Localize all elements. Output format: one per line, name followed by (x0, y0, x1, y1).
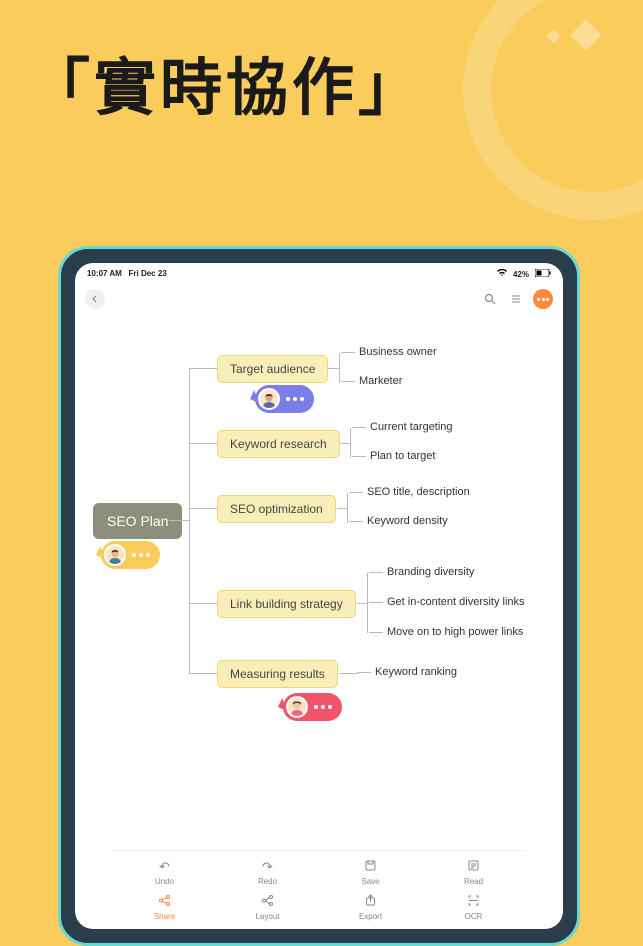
connector (189, 673, 217, 674)
branch-node[interactable]: Target audience (217, 355, 328, 383)
branch-node[interactable]: Measuring results (217, 660, 338, 688)
status-date: Fri Dec 23 (129, 269, 167, 278)
root-node[interactable]: SEO Plan (93, 503, 182, 539)
connector (169, 520, 189, 521)
status-time: 10:07 AM (87, 269, 122, 278)
export-button[interactable]: Export (319, 890, 422, 925)
leaf-node[interactable]: Plan to target (370, 450, 435, 462)
battery-icon (535, 269, 551, 279)
tablet-frame: 10:07 AM Fri Dec 23 42% (58, 246, 580, 946)
ocr-icon (422, 894, 525, 910)
collaborator-cursor-blue (243, 385, 314, 413)
connector (339, 353, 340, 383)
export-icon (319, 894, 422, 910)
read-icon (422, 859, 525, 875)
connector (189, 508, 217, 509)
read-button[interactable]: Read (422, 855, 525, 890)
connector (189, 368, 190, 673)
leaf-node[interactable]: Current targeting (370, 421, 453, 433)
leaf-node[interactable]: Business owner (359, 346, 437, 358)
avatar (286, 696, 308, 718)
bottom-toolbar: ↶ Undo ↷ Redo Save Read (113, 850, 525, 929)
app-bar (75, 285, 563, 313)
connector (357, 603, 367, 604)
connector (337, 508, 347, 509)
redo-button[interactable]: ↷ Redo (216, 855, 319, 890)
connector (189, 368, 217, 369)
hero-title: 「實時協作」 (28, 52, 424, 126)
undo-button[interactable]: ↶ Undo (113, 855, 216, 890)
leaf-node[interactable]: Keyword ranking (375, 666, 457, 678)
connector (189, 443, 217, 444)
undo-icon: ↶ (113, 859, 216, 875)
leaf-node[interactable]: Get in-content diversity links (387, 596, 525, 608)
more-button[interactable] (533, 289, 553, 309)
connector (367, 573, 368, 633)
redo-icon: ↷ (216, 859, 319, 875)
save-icon (319, 859, 422, 875)
connector (340, 673, 358, 674)
share-icon (113, 894, 216, 910)
status-bar: 10:07 AM Fri Dec 23 42% (75, 263, 563, 285)
collaborator-cursor-yellow (89, 541, 160, 569)
wifi-icon (497, 269, 507, 279)
avatar (258, 388, 280, 410)
connector (189, 603, 217, 604)
leaf-node[interactable]: Branding diversity (387, 566, 474, 578)
leaf-node[interactable]: SEO title, description (367, 486, 470, 498)
leaf-node[interactable]: Move on to high power links (387, 626, 523, 638)
connector (327, 368, 339, 369)
connector (347, 493, 348, 523)
back-button[interactable] (85, 289, 105, 309)
connector (340, 443, 350, 444)
leaf-node[interactable]: Marketer (359, 375, 402, 387)
leaf-node[interactable]: Keyword density (367, 515, 448, 527)
ocr-button[interactable]: OCR (422, 890, 525, 925)
search-icon[interactable] (481, 290, 499, 308)
save-button[interactable]: Save (319, 855, 422, 890)
screen: 10:07 AM Fri Dec 23 42% (75, 263, 563, 929)
layout-button[interactable]: Layout (216, 890, 319, 925)
mindmap-canvas[interactable]: SEO Plan Target audience Business owner … (75, 313, 563, 753)
layout-icon (216, 894, 319, 910)
branch-node[interactable]: Link building strategy (217, 590, 356, 618)
share-button[interactable]: Share (113, 890, 216, 925)
branch-node[interactable]: Keyword research (217, 430, 340, 458)
branch-node[interactable]: SEO optimization (217, 495, 336, 523)
avatar (104, 544, 126, 566)
connector (350, 428, 351, 458)
collaborator-cursor-red (271, 693, 342, 721)
list-icon[interactable] (507, 290, 525, 308)
battery-label: 42% (513, 270, 529, 279)
